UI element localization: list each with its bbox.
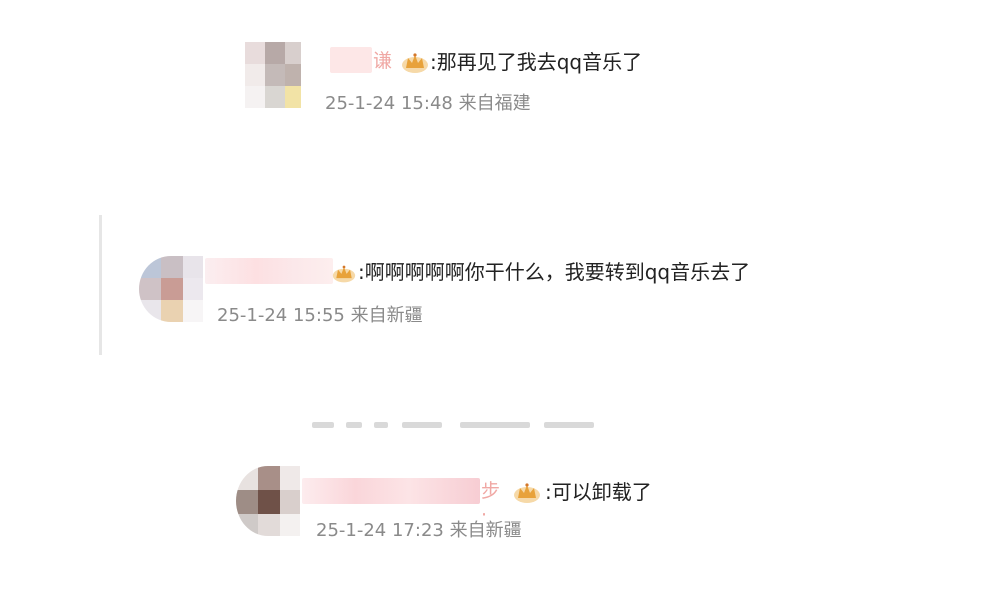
quote-divider [99,215,102,355]
crown-badge-icon [332,265,356,283]
comment-text: :啊啊啊啊啊你干什么，我要转到qq音乐去了 [358,260,751,284]
avatar-blurred[interactable] [236,466,300,536]
username-blurred[interactable] [205,258,333,284]
crown-badge-icon [514,483,540,503]
avatar-blurred[interactable] [245,42,301,108]
username-blurred[interactable] [330,47,372,73]
username-blurred[interactable] [302,478,480,504]
comment-meta: 25-1-24 15:55 来自新疆 [217,305,423,326]
crown-badge-icon [402,53,428,73]
comment-text: :可以卸载了 [545,480,652,504]
comment-meta: 25-1-24 15:48 来自福建 [325,93,531,114]
username-tail[interactable]: 谦 [373,49,392,73]
avatar-blurred[interactable] [139,256,203,322]
cropped-meta-remnant [312,416,602,428]
comment-meta: 25-1-24 17:23 来自新疆 [316,520,522,541]
comment-text: :那再见了我去qq音乐了 [430,50,643,74]
